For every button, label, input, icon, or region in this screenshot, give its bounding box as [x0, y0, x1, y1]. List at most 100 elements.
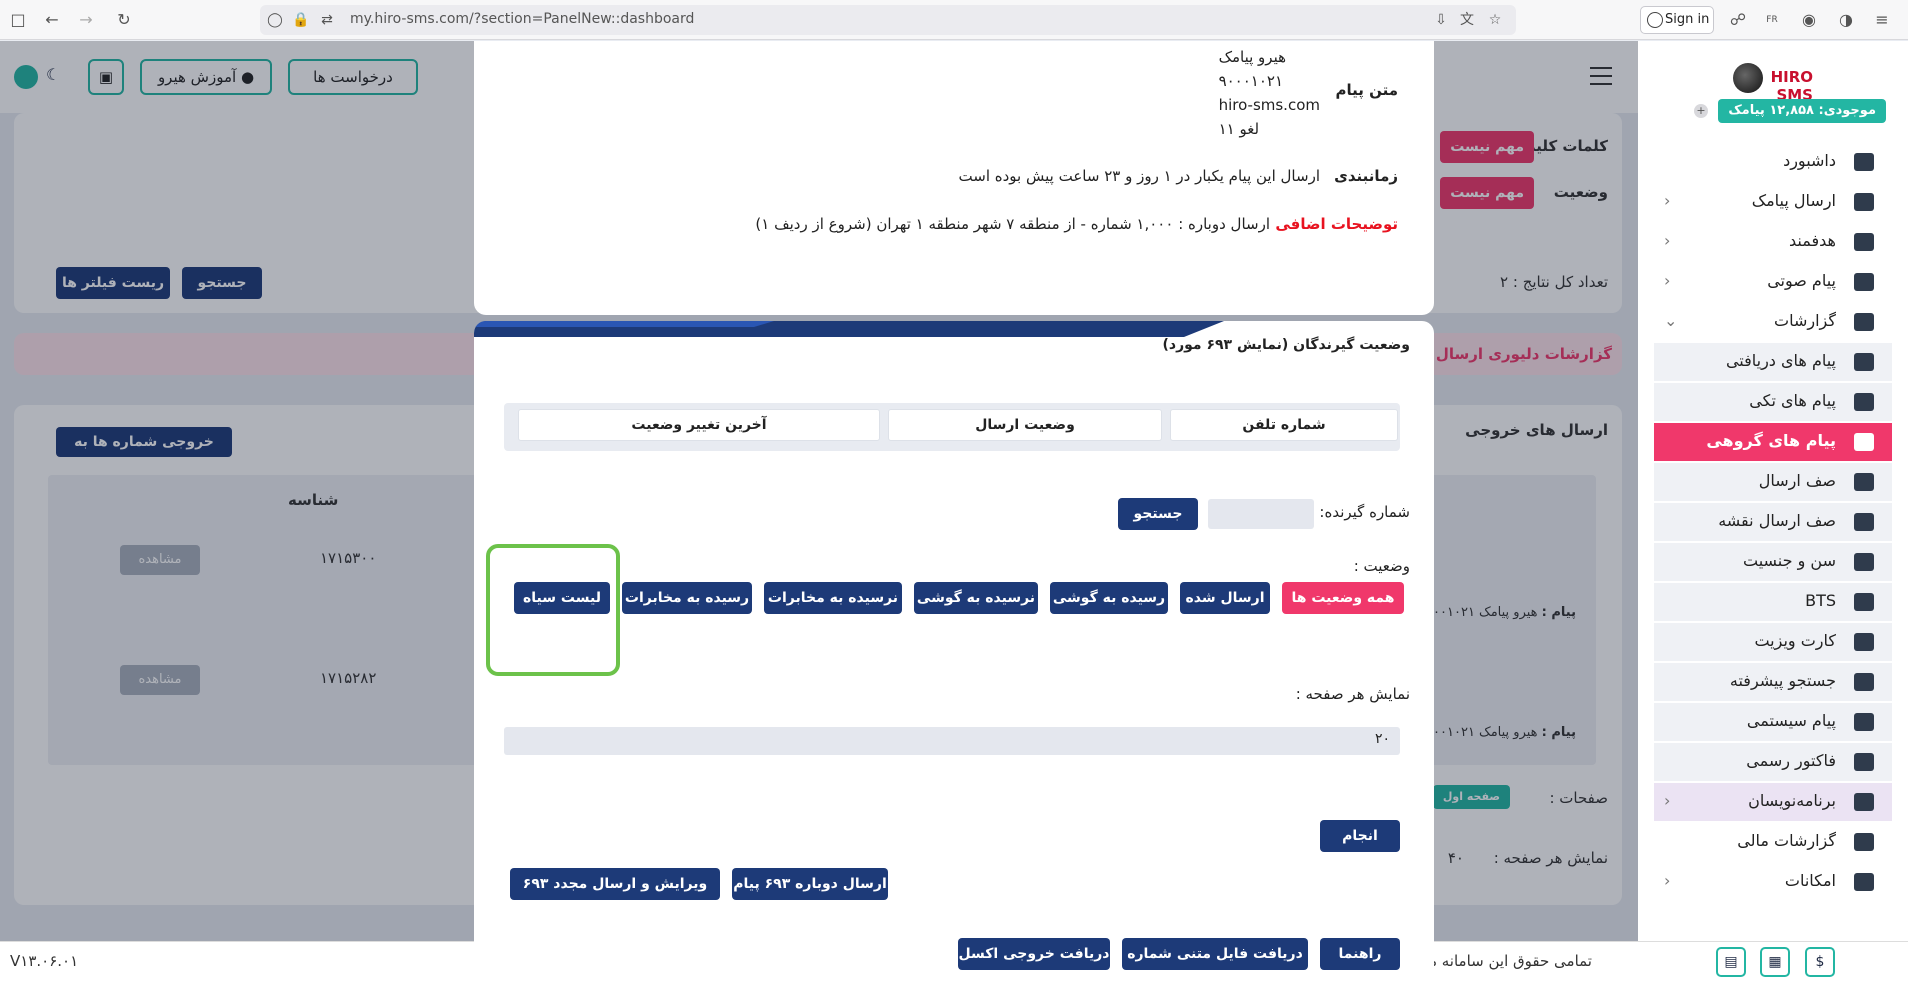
- address-bar[interactable]: ◯ 🔒 ⇄ my.hiro-sms.com/?section=PanelNew:…: [260, 5, 1516, 35]
- sidebar-item-advanced-search[interactable]: جستجو پیشرفته: [1654, 663, 1892, 701]
- sidebar-item-label: BTS: [1805, 591, 1836, 610]
- grid-icon: [1854, 873, 1874, 891]
- extension-d-icon[interactable]: ◑: [1834, 8, 1858, 32]
- sidebar-item-label: پیام های گروهی: [1706, 431, 1836, 450]
- sidebar-item-voice[interactable]: پیام صوتی ‹: [1654, 263, 1892, 301]
- extensions-icon[interactable]: ☍: [1726, 8, 1750, 32]
- dollar-icon[interactable]: $: [1805, 947, 1835, 977]
- sidebar-item-features[interactable]: امکانات ‹: [1654, 863, 1892, 901]
- sidebar-item-financial[interactable]: گزارشات مالی: [1654, 823, 1892, 861]
- sidebar-item-label: صف ارسال: [1758, 471, 1836, 490]
- text-file-button[interactable]: دریافت فایل متنی شماره ها: [1122, 938, 1308, 984]
- filter-reached-carrier-button[interactable]: رسیده به مخابرات: [622, 582, 752, 614]
- sidebar-item-map-queue[interactable]: صف ارسال نقشه: [1654, 503, 1892, 541]
- add-balance-icon[interactable]: +: [1694, 104, 1708, 118]
- translate-icon[interactable]: 文: [1458, 11, 1476, 29]
- chevron-left-icon: ‹: [1664, 271, 1671, 290]
- archive-icon[interactable]: ▤: [1716, 947, 1746, 977]
- message-body: هیرو پیامک ۹۰۰۰۱۰۲۱ hiro-sms.com لغو ۱۱: [1219, 45, 1320, 141]
- apply-button[interactable]: انجام: [1320, 820, 1400, 852]
- extension-circle-icon[interactable]: ◉: [1797, 8, 1821, 32]
- lock-icon[interactable]: 🔒: [292, 11, 310, 29]
- sidebar-item-bts[interactable]: BTS: [1654, 583, 1892, 621]
- code-icon: [1854, 793, 1874, 811]
- invoice-icon: [1854, 753, 1874, 771]
- chevron-left-icon: ‹: [1664, 191, 1671, 210]
- reader-icon[interactable]: ⇩: [1432, 11, 1450, 29]
- chevron-left-icon: ‹: [1664, 231, 1671, 250]
- shield-icon[interactable]: ◯: [266, 11, 284, 29]
- sidebar-item-label: امکانات: [1784, 871, 1836, 890]
- schedule-label: زمانبندی: [1334, 167, 1398, 185]
- message-label: متن پیام: [1335, 81, 1398, 99]
- url-text[interactable]: my.hiro-sms.com/?section=PanelNew::dashb…: [350, 11, 694, 27]
- filter-not-reached-carrier-button[interactable]: نرسیده به مخابرات: [764, 582, 902, 614]
- col-phone-header[interactable]: شماره تلفن: [1170, 409, 1398, 441]
- message-line: لغو ۱۱: [1218, 120, 1260, 138]
- filter-all-button[interactable]: همه وضعیت ها: [1282, 582, 1404, 614]
- sidebar-item-label: ارسال پیامک: [1751, 191, 1836, 210]
- fr-extension-icon[interactable]: FR: [1760, 8, 1784, 32]
- sidebar-item-label: فاکتور رسمی: [1746, 751, 1836, 770]
- version-text: V۱۳.۰۶.۰۱: [10, 952, 79, 970]
- message-line: هیرو پیامک: [1218, 48, 1287, 66]
- sidebar-item-group[interactable]: پیام های گروهی: [1654, 423, 1892, 461]
- sidebar-item-label: هدفمند: [1789, 231, 1836, 250]
- globe-icon: [1733, 63, 1763, 93]
- sidebar-item-send-sms[interactable]: ارسال پیامک ‹: [1654, 183, 1892, 221]
- help-button[interactable]: راهنما: [1320, 938, 1400, 970]
- tab-list-icon[interactable]: □: [6, 8, 30, 32]
- forward-icon[interactable]: →: [74, 8, 98, 32]
- filter-sent-button[interactable]: ارسال شده: [1180, 582, 1270, 614]
- sidebar-item-single[interactable]: پیام های تکی: [1654, 383, 1892, 421]
- message-line: ۹۰۰۰۱۰۲۱: [1218, 72, 1284, 90]
- sidebar-item-label: پیام سیستمی: [1746, 711, 1836, 730]
- sidebar-item-label: داشبورد: [1783, 151, 1836, 170]
- chevron-left-icon: ‹: [1664, 871, 1671, 890]
- contact-card-icon[interactable]: ▦: [1760, 947, 1790, 977]
- sidebar-item-label: گزارشات: [1774, 311, 1836, 330]
- sidebar-item-label: پیام های تکی: [1749, 391, 1836, 410]
- filter-delivered-button[interactable]: رسیده به گوشی: [1050, 582, 1168, 614]
- blacklist-highlight: [486, 544, 620, 676]
- menu-icon[interactable]: ≡: [1870, 8, 1894, 32]
- sidebar-item-developers[interactable]: برنامه‌نویسان ‹: [1654, 783, 1892, 821]
- check-icon: [1854, 233, 1874, 251]
- extra-notes-text: ارسال دوباره : ۱,۰۰۰ شماره - از منطقه ۷ …: [755, 215, 1270, 233]
- permissions-icon[interactable]: ⇄: [318, 11, 336, 29]
- id-card-icon: [1854, 633, 1874, 651]
- resend-button[interactable]: ارسال دوباره ۶۹۳ پیام: [732, 868, 888, 900]
- filter-not-delivered-button[interactable]: نرسیده به گوشی: [914, 582, 1038, 614]
- chevron-left-icon: ‹: [1664, 791, 1671, 810]
- edit-resend-button[interactable]: ویرایش و ارسال مجدد ۶۹۳ پیام: [510, 868, 720, 924]
- message-line: hiro-sms.com: [1218, 96, 1320, 114]
- col-send-status-header[interactable]: وضعیت ارسال: [888, 409, 1162, 441]
- search-button[interactable]: جستجو: [1118, 498, 1198, 530]
- per-page-select[interactable]: ۲۰: [504, 727, 1400, 755]
- sms-icon: [1854, 393, 1874, 411]
- fr-badge: FR: [1766, 15, 1778, 25]
- sidebar-item-system[interactable]: پیام سیستمی: [1654, 703, 1892, 741]
- reload-icon[interactable]: ↻: [112, 8, 136, 32]
- excel-download-button[interactable]: دریافت خروجی اکسل: [958, 938, 1110, 970]
- bookmark-star-icon[interactable]: ☆: [1486, 11, 1504, 29]
- balance-badge: موجودی: ۱۲,۸۵۸ پیامک: [1718, 99, 1886, 123]
- stripe-shape: [474, 321, 1224, 337]
- recipient-input[interactable]: [1208, 499, 1314, 529]
- sign-in-button[interactable]: Sign in: [1640, 6, 1714, 34]
- col-last-change-header[interactable]: آخرین تغییر وضعیت: [518, 409, 880, 441]
- sidebar-item-dashboard[interactable]: داشبورد: [1654, 143, 1892, 181]
- sidebar-item-received[interactable]: پیام های دریافتی: [1654, 343, 1892, 381]
- sidebar-item-label: کارت ویزیت: [1754, 631, 1836, 650]
- sidebar-item-business-card[interactable]: کارت ویزیت: [1654, 623, 1892, 661]
- sidebar-item-age-gender[interactable]: سن و جنسیت: [1654, 543, 1892, 581]
- sidebar-item-queue[interactable]: صف ارسال: [1654, 463, 1892, 501]
- sidebar-item-targeted[interactable]: هدفمند ‹: [1654, 223, 1892, 261]
- voicemail-icon: [1854, 273, 1874, 291]
- briefcase-icon: [1854, 713, 1874, 731]
- hiro-sms-logo: HIRO SMS: [1733, 61, 1813, 104]
- sidebar-item-invoice[interactable]: فاکتور رسمی: [1654, 743, 1892, 781]
- sidebar-item-reports[interactable]: گزارشات ⌄: [1654, 303, 1892, 341]
- extra-notes-label: توضیحات اضافی: [1275, 215, 1398, 233]
- back-icon[interactable]: ←: [40, 8, 64, 32]
